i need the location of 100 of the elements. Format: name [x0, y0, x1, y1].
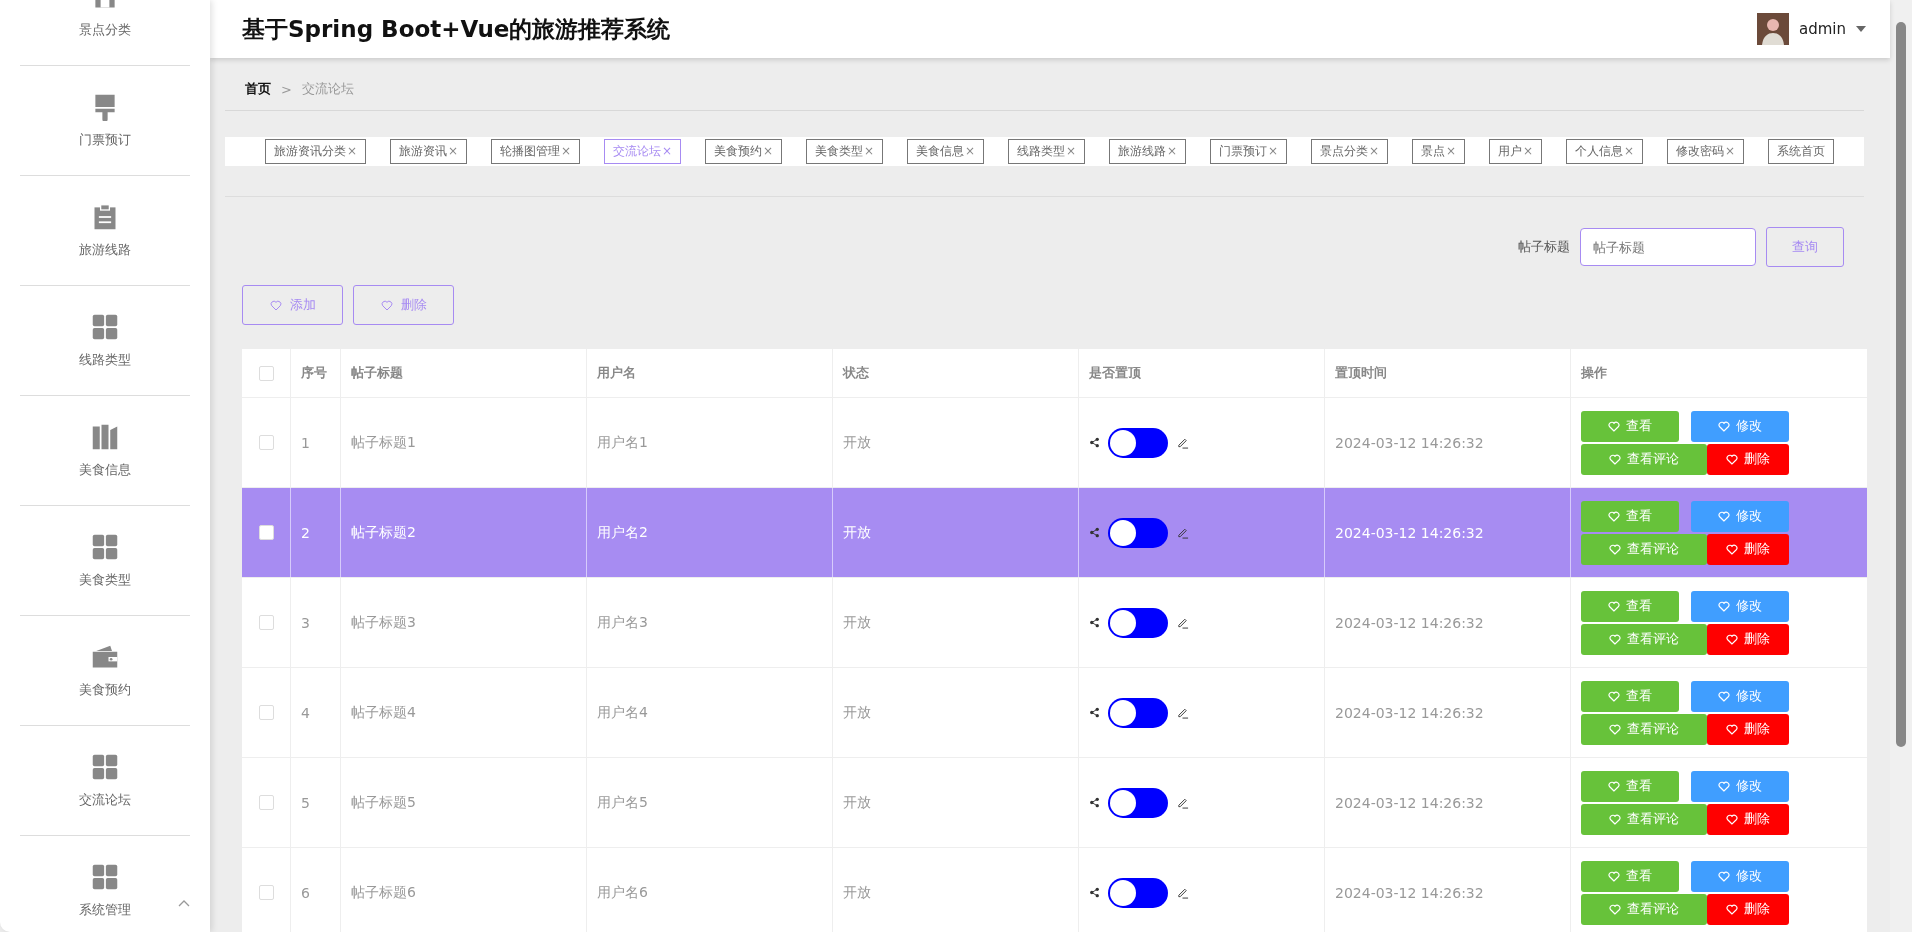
breadcrumb-separator: > — [281, 81, 292, 97]
delete-button[interactable]: 删除 — [353, 285, 454, 325]
table-row[interactable]: 1 帖子标题1 用户名1 开放 2024-03-12 14:26:32 查看 修改 查看评论 删除 — [242, 398, 1867, 488]
close-icon[interactable]: × — [864, 144, 875, 158]
tab[interactable]: 轮播图管理× — [491, 139, 581, 164]
sidebar-item[interactable]: 门票预订 — [20, 66, 190, 176]
view-button[interactable]: 查看 — [1581, 500, 1679, 532]
tab[interactable]: 美食信息× — [907, 139, 985, 164]
sidebar-item[interactable]: 旅游线路 — [20, 176, 190, 286]
close-icon[interactable]: × — [1369, 144, 1380, 158]
close-icon[interactable]: × — [561, 144, 572, 158]
tab[interactable]: 门票预订× — [1210, 139, 1288, 164]
toggle-switch[interactable] — [1108, 787, 1168, 818]
tab[interactable]: 旅游资讯× — [390, 139, 468, 164]
heart-icon — [1608, 690, 1620, 702]
tab[interactable]: 美食预约× — [705, 139, 783, 164]
user-name[interactable]: admin — [1799, 20, 1846, 38]
tab[interactable]: 线路类型× — [1008, 139, 1086, 164]
table-cell: 帖子标题6 — [341, 848, 587, 932]
sidebar-item[interactable]: 美食类型 — [20, 506, 190, 616]
caret-down-icon[interactable] — [1856, 26, 1866, 32]
toggle-switch[interactable] — [1108, 877, 1168, 908]
add-button[interactable]: 添加 — [242, 285, 343, 325]
caret-up-icon[interactable] — [178, 899, 190, 907]
view-button[interactable]: 查看评论 — [1581, 533, 1707, 565]
grid-icon — [91, 752, 119, 781]
checkbox[interactable] — [258, 525, 274, 540]
edit-button[interactable]: 修改 — [1691, 590, 1789, 622]
checkbox[interactable] — [258, 365, 274, 381]
view-button[interactable]: 查看 — [1581, 770, 1679, 802]
tab[interactable]: 景点× — [1412, 139, 1466, 164]
view-button[interactable]: 查看 — [1581, 590, 1679, 622]
close-icon[interactable]: × — [965, 144, 976, 158]
table-row[interactable]: 5 帖子标题5 用户名5 开放 2024-03-12 14:26:32 查看 修改 查看评论 删除 — [242, 758, 1867, 848]
tab[interactable]: 旅游资讯分类× — [265, 139, 367, 164]
delete-button[interactable]: 删除 — [1707, 623, 1789, 655]
view-button[interactable]: 查看 — [1581, 410, 1679, 442]
close-icon[interactable]: × — [1066, 144, 1077, 158]
tab[interactable]: 用户× — [1489, 139, 1543, 164]
table-cell: 用户名2 — [587, 488, 833, 577]
heart-icon — [1726, 813, 1738, 825]
checkbox[interactable] — [258, 435, 274, 450]
close-icon[interactable]: × — [347, 144, 358, 158]
delete-button[interactable]: 删除 — [1707, 443, 1789, 475]
close-icon[interactable]: × — [1624, 144, 1635, 158]
view-button[interactable]: 查看评论 — [1581, 623, 1707, 655]
tab[interactable]: 修改密码× — [1667, 139, 1745, 164]
heart-icon — [1718, 600, 1730, 612]
close-icon[interactable]: × — [763, 144, 774, 158]
sidebar-item[interactable]: 美食信息 — [20, 396, 190, 506]
checkbox[interactable] — [258, 795, 274, 810]
view-button[interactable]: 查看评论 — [1581, 803, 1707, 835]
search-field[interactable]: 帖子标题 — [1580, 228, 1756, 266]
edit-button[interactable]: 修改 — [1691, 860, 1789, 892]
delete-button[interactable]: 删除 — [1707, 533, 1789, 565]
table-row[interactable]: 6 帖子标题6 用户名6 开放 2024-03-12 14:26:32 查看 修改 查看评论 删除 — [242, 848, 1867, 932]
checkbox[interactable] — [258, 615, 274, 630]
view-button[interactable]: 查看评论 — [1581, 713, 1707, 745]
edit-button[interactable]: 修改 — [1691, 410, 1789, 442]
table-row[interactable]: 4 帖子标题4 用户名4 开放 2024-03-12 14:26:32 查看 修改 查看评论 删除 — [242, 668, 1867, 758]
edit-button[interactable]: 修改 — [1691, 680, 1789, 712]
tab[interactable]: 个人信息× — [1566, 139, 1644, 164]
view-button[interactable]: 查看 — [1581, 860, 1679, 892]
tab[interactable]: 系统首页 — [1768, 139, 1834, 164]
edit-button[interactable]: 修改 — [1691, 770, 1789, 802]
toggle-switch[interactable] — [1108, 697, 1168, 728]
table-row[interactable]: 3 帖子标题3 用户名3 开放 2024-03-12 14:26:32 查看 修改 查看评论 删除 — [242, 578, 1867, 668]
sidebar-item[interactable]: 线路类型 — [20, 286, 190, 396]
breadcrumb-link[interactable]: 首页 — [245, 80, 271, 98]
toggle-switch[interactable] — [1108, 427, 1168, 458]
share-icon — [1089, 797, 1100, 808]
delete-button[interactable]: 删除 — [1707, 893, 1789, 925]
close-icon[interactable]: × — [448, 144, 459, 158]
toggle-switch[interactable] — [1108, 607, 1168, 638]
close-icon[interactable]: × — [1523, 144, 1534, 158]
close-icon[interactable]: × — [1446, 144, 1457, 158]
sidebar-item[interactable]: 景点分类 — [20, 0, 190, 66]
tab[interactable]: 美食类型× — [806, 139, 884, 164]
tab[interactable]: 交流论坛× — [604, 139, 682, 164]
view-button[interactable]: 查看评论 — [1581, 443, 1707, 475]
edit-button[interactable]: 修改 — [1691, 500, 1789, 532]
sidebar-item[interactable]: 美食预约 — [20, 616, 190, 726]
view-button[interactable]: 查看评论 — [1581, 893, 1707, 925]
close-icon[interactable]: × — [1725, 144, 1736, 158]
close-icon[interactable]: × — [662, 144, 673, 158]
delete-button[interactable]: 删除 — [1707, 803, 1789, 835]
checkbox[interactable] — [258, 885, 274, 900]
sidebar-item[interactable]: 交流论坛 — [20, 726, 190, 836]
sidebar-item[interactable]: 系统管理 — [20, 836, 190, 932]
table-row[interactable]: 2 帖子标题2 用户名2 开放 2024-03-12 14:26:32 查看 修改 查看评论 删除 — [242, 488, 1867, 578]
toggle-switch[interactable] — [1108, 517, 1168, 548]
view-button[interactable]: 查看 — [1581, 680, 1679, 712]
tab[interactable]: 景点分类× — [1311, 139, 1389, 164]
avatar-icon[interactable] — [1757, 13, 1789, 45]
close-icon[interactable]: × — [1268, 144, 1279, 158]
delete-button[interactable]: 删除 — [1707, 713, 1789, 745]
tab[interactable]: 旅游线路× — [1109, 139, 1187, 164]
close-icon[interactable]: × — [1167, 144, 1178, 158]
checkbox[interactable] — [258, 705, 274, 720]
search-button[interactable]: 查询 — [1766, 227, 1844, 267]
